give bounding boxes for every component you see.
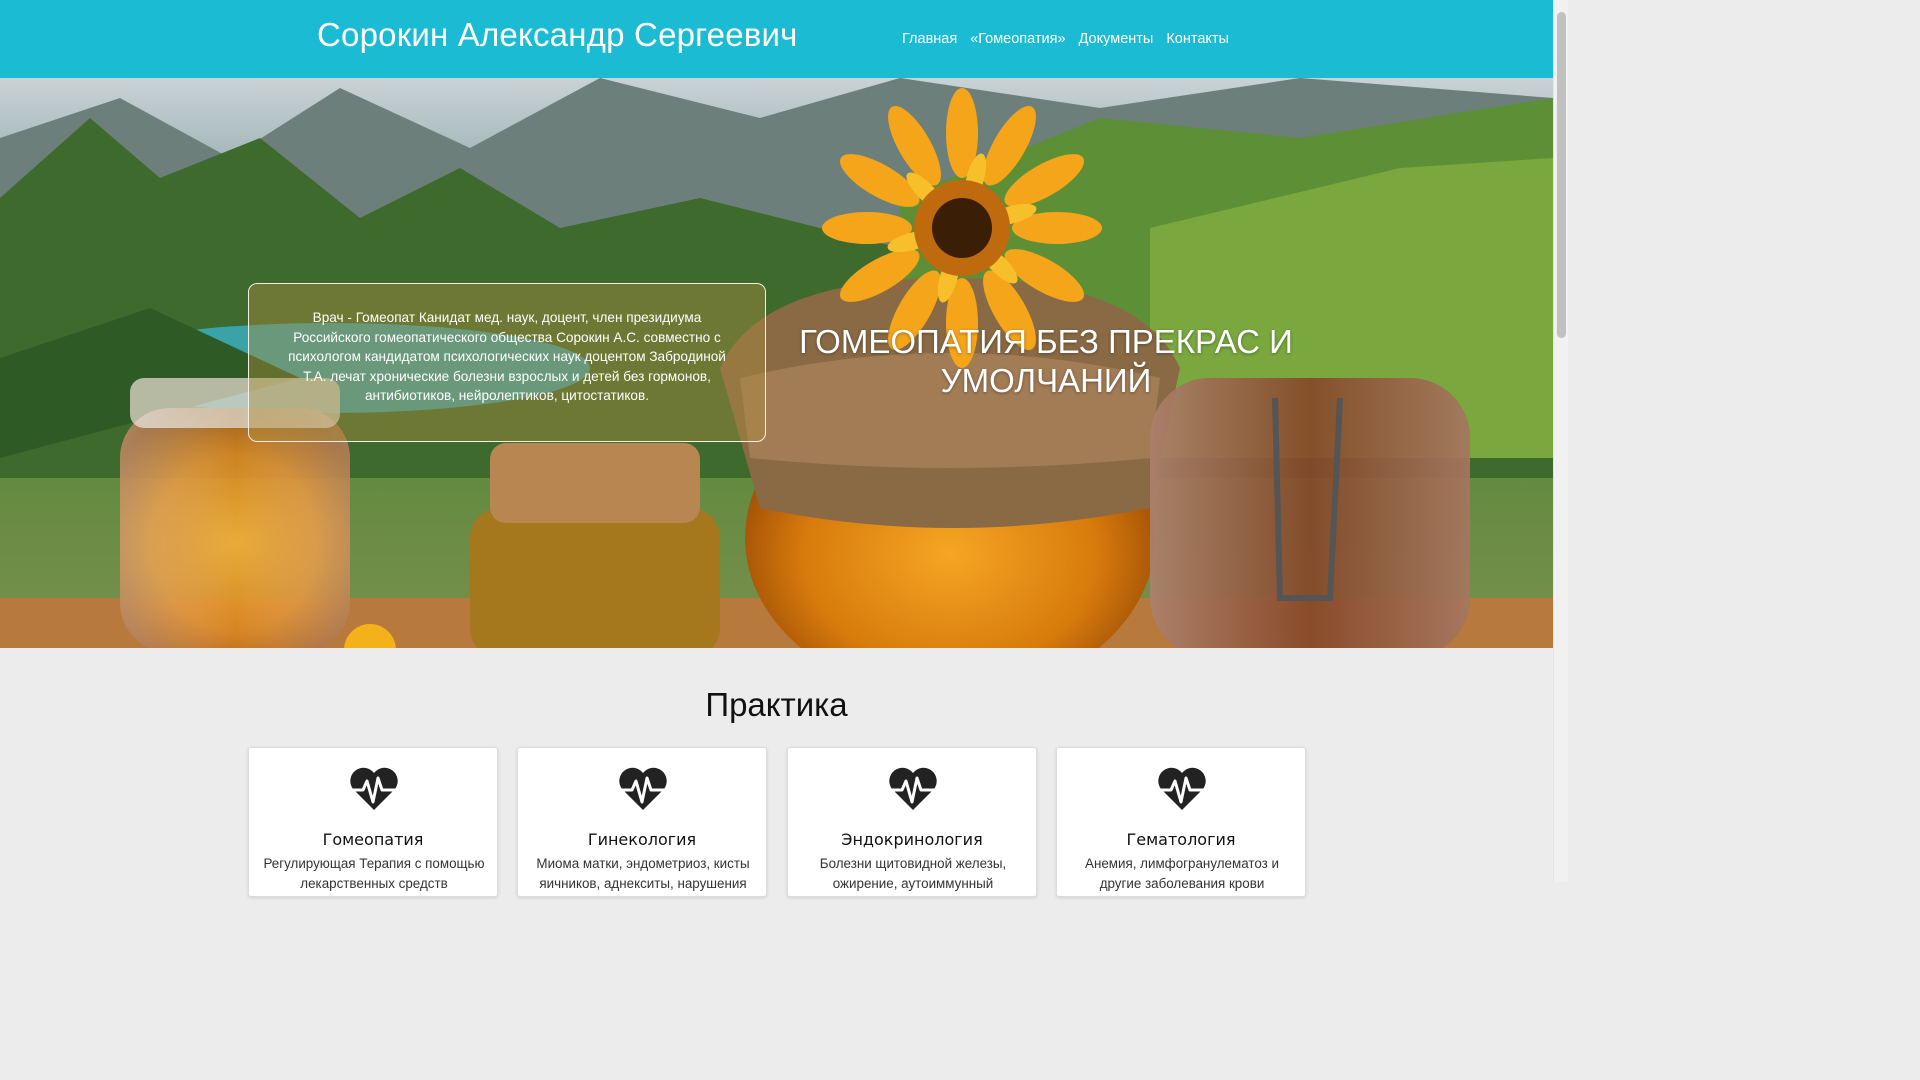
site-title[interactable]: Сорокин Александр Сергеевич bbox=[317, 16, 798, 54]
heart-pulse-icon bbox=[619, 767, 667, 810]
card-text: Болезни щитовидной железы, ожирение, аут… bbox=[819, 856, 1007, 891]
card-text: Миома матки, эндометриоз, кисты яичников… bbox=[536, 856, 750, 891]
practice-card-endocrinology[interactable]: Эндокринология Болезни щитовидной железы… bbox=[787, 747, 1037, 897]
heart-pulse-icon bbox=[889, 767, 937, 810]
card-title: Гинекология bbox=[587, 830, 697, 849]
nav-link-contacts[interactable]: Контакты bbox=[1166, 31, 1229, 47]
nav-link-homeopathy[interactable]: «Гомеопатия» bbox=[970, 31, 1065, 47]
heart-pulse-icon bbox=[350, 767, 398, 810]
hero-info-text: Врач - Гомеопат Канидат мед. наук, доцен… bbox=[288, 310, 726, 404]
hero-banner: Врач - Гомеопат Канидат мед. наук, доцен… bbox=[0, 78, 1553, 648]
nav-link-home[interactable]: Главная bbox=[902, 31, 957, 47]
card-text: Анемия, лимфогранулематоз и другие забол… bbox=[1085, 856, 1279, 891]
hero-background-image bbox=[0, 78, 1553, 648]
main-nav: Главная «Гомеопатия» Документы Контакты bbox=[902, 31, 1229, 47]
card-title: Гематология bbox=[1126, 830, 1236, 849]
hero-info-box: Врач - Гомеопат Канидат мед. наук, доцен… bbox=[248, 283, 766, 442]
card-text: Регулирующая Терапия с помощью лекарстве… bbox=[263, 856, 485, 891]
hero-headline: ГОМЕОПАТИЯ БЕЗ ПРЕКРАС И УМОЛЧАНИЙ bbox=[799, 323, 1293, 399]
practice-card-gynecology[interactable]: Гинекология Миома матки, эндометриоз, ки… bbox=[517, 747, 767, 897]
page-scrollbar[interactable] bbox=[1553, 0, 1568, 882]
heart-pulse-icon bbox=[1158, 767, 1206, 810]
site-header: Сорокин Александр Сергеевич Главная «Гом… bbox=[0, 0, 1553, 78]
practice-card-hematology[interactable]: Гематология Анемия, лимфогранулематоз и … bbox=[1056, 747, 1306, 897]
scrollbar-thumb[interactable] bbox=[1557, 12, 1566, 338]
practice-card-homeopathy[interactable]: Гомеопатия Регулирующая Терапия с помощь… bbox=[248, 747, 498, 897]
card-title: Гомеопатия bbox=[322, 830, 424, 849]
nav-link-documents[interactable]: Документы bbox=[1079, 31, 1154, 47]
practice-section-title: Практика bbox=[705, 686, 848, 723]
card-title: Эндокринология bbox=[841, 830, 983, 849]
